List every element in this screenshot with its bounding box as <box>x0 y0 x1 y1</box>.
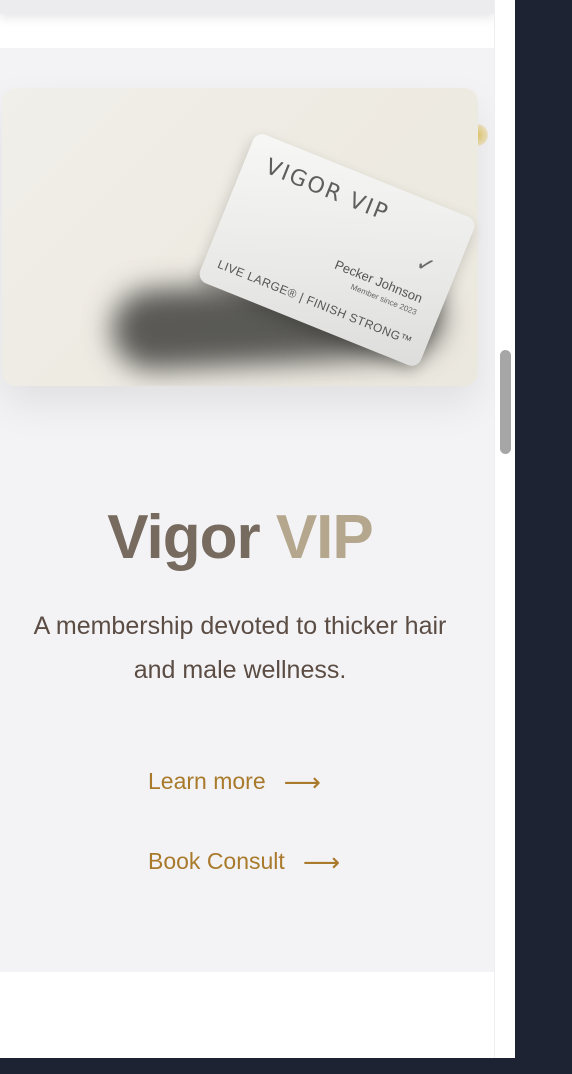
section-title: Vigor VIP <box>0 500 480 576</box>
arrow-right-icon: ⟶ <box>302 846 341 877</box>
learn-more-link[interactable]: Learn more ⟶ <box>148 768 321 795</box>
previous-section-edge <box>0 0 494 14</box>
title-word-vip: VIP <box>275 503 374 572</box>
learn-more-label: Learn more <box>148 768 266 794</box>
book-consult-link[interactable]: Book Consult ⟶ <box>148 848 340 875</box>
section-description: A membership devoted to thicker hair and… <box>33 612 447 684</box>
book-consult-label: Book Consult <box>148 848 285 874</box>
title-word-vigor: Vigor <box>107 503 260 572</box>
scrollbar-thumb[interactable] <box>500 350 511 454</box>
checkmark-icon: ✓ <box>412 249 439 280</box>
scrollbar-track[interactable] <box>494 0 515 1058</box>
browser-viewport: VIGOR VIP ✓ Pecker Johnson Member since … <box>0 0 515 1058</box>
page-content: VIGOR VIP ✓ Pecker Johnson Member since … <box>0 0 494 1058</box>
arrow-right-icon: ⟶ <box>283 766 321 797</box>
